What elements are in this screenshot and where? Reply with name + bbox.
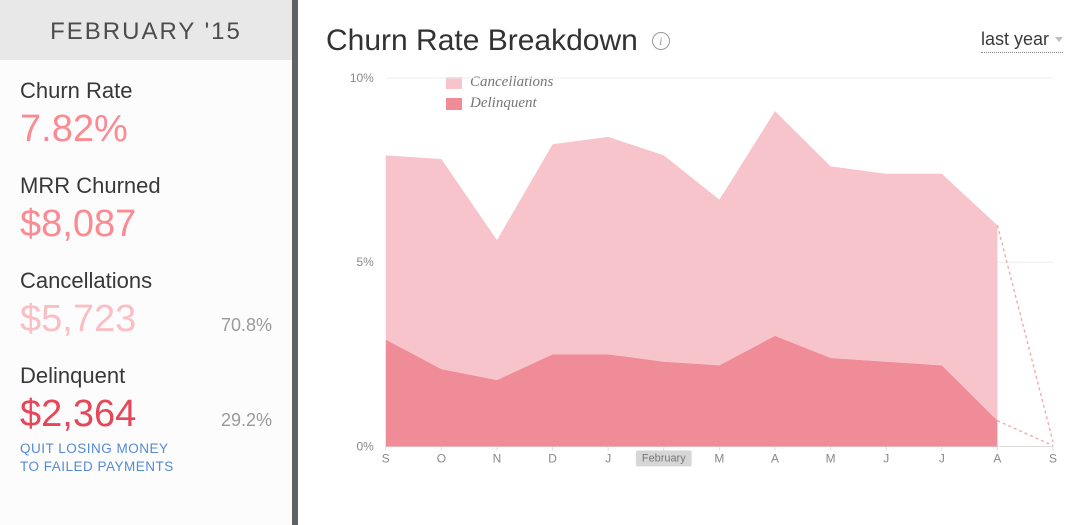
svg-text:M: M: [826, 451, 836, 465]
sidebar-month-header: FEBRUARY '15: [0, 0, 292, 60]
page-title: Churn Rate Breakdown: [326, 24, 638, 58]
main-panel: Churn Rate Breakdown i last year Cancell…: [298, 0, 1091, 525]
svg-text:J: J: [939, 451, 945, 465]
svg-text:10%: 10%: [350, 71, 374, 85]
range-label: last year: [981, 29, 1049, 50]
stat-percent: 70.8%: [221, 315, 272, 336]
stat-delinquent: Delinquent $2,364 29.2% QUIT LOSING MONE…: [20, 363, 272, 476]
svg-text:J: J: [605, 451, 611, 465]
chevron-down-icon: [1055, 37, 1063, 42]
svg-text:S: S: [382, 451, 390, 465]
chart-svg: 10% 5% 0% S O N D J February M A M J J A S: [326, 68, 1063, 486]
failed-payments-link[interactable]: QUIT LOSING MONEY TO FAILED PAYMENTS: [20, 440, 272, 476]
svg-text:February: February: [642, 452, 686, 464]
app-root: FEBRUARY '15 Churn Rate 7.82% MRR Churne…: [0, 0, 1091, 525]
main-header: Churn Rate Breakdown i last year: [326, 24, 1063, 58]
svg-text:D: D: [548, 451, 557, 465]
svg-text:M: M: [714, 451, 724, 465]
svg-text:A: A: [771, 451, 779, 465]
info-icon[interactable]: i: [652, 32, 670, 50]
stat-churn-rate: Churn Rate 7.82%: [20, 78, 272, 151]
stat-label: Delinquent: [20, 363, 272, 389]
churn-breakdown-chart: Cancellations Delinquent 10%5%0%SONDJFeb…: [326, 68, 1063, 488]
svg-text:O: O: [437, 451, 446, 465]
date-range-picker[interactable]: last year: [981, 29, 1063, 53]
stat-value: $2,364: [20, 393, 136, 436]
svg-text:5%: 5%: [357, 255, 375, 269]
sidebar: FEBRUARY '15 Churn Rate 7.82% MRR Churne…: [0, 0, 298, 525]
stat-mrr-churned: MRR Churned $8,087: [20, 173, 272, 246]
stat-label: MRR Churned: [20, 173, 272, 199]
stat-value: $5,723: [20, 298, 136, 341]
svg-text:A: A: [993, 451, 1001, 465]
stat-percent: 29.2%: [221, 410, 272, 431]
svg-text:S: S: [1049, 451, 1057, 465]
svg-text:N: N: [493, 451, 502, 465]
stat-label: Churn Rate: [20, 78, 272, 104]
stat-cancellations: Cancellations $5,723 70.8%: [20, 268, 272, 341]
sidebar-stats: Churn Rate 7.82% MRR Churned $8,087 Canc…: [0, 60, 292, 498]
cta-line2: TO FAILED PAYMENTS: [20, 459, 174, 474]
cta-line1: QUIT LOSING MONEY: [20, 441, 169, 456]
stat-label: Cancellations: [20, 268, 272, 294]
svg-text:J: J: [883, 451, 889, 465]
stat-value: $8,087: [20, 203, 272, 246]
stat-value: 7.82%: [20, 108, 272, 151]
svg-text:0%: 0%: [357, 439, 375, 453]
